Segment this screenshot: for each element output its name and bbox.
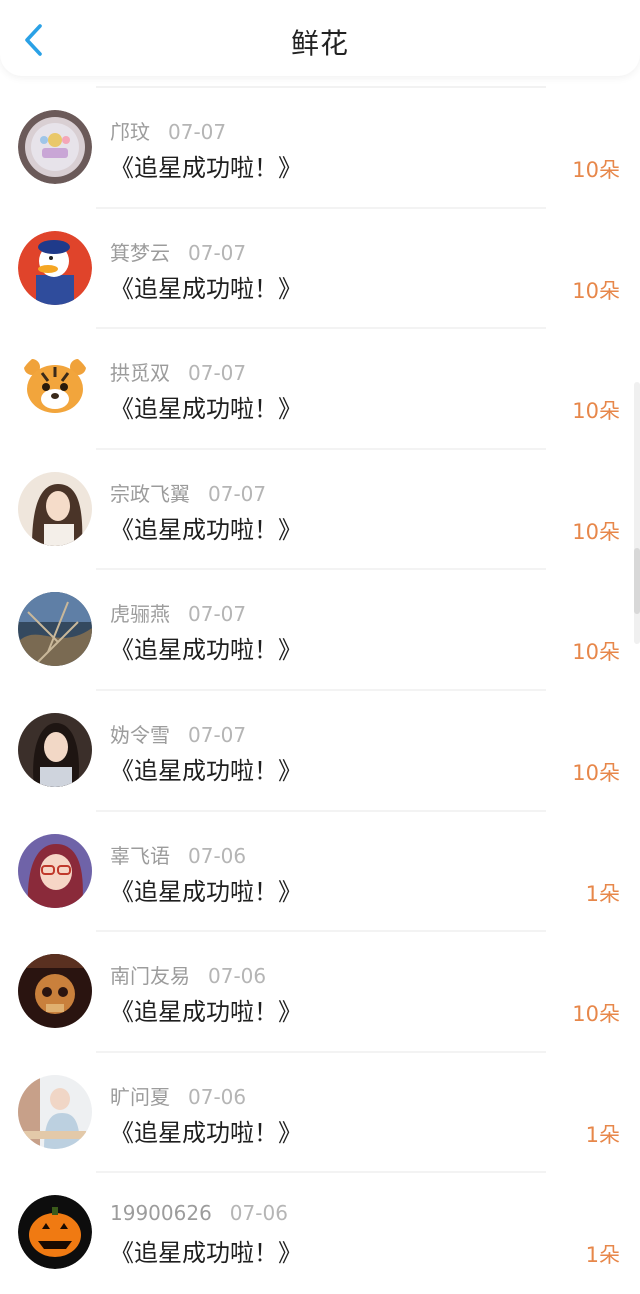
user-name: 妫令雪 [110, 722, 170, 747]
list-item[interactable]: 箕梦云 07-07 《追星成功啦！》 10朵 [0, 209, 640, 330]
item-message: 《追星成功啦！》 [110, 1239, 302, 1268]
flower-count: 10朵 [572, 399, 620, 424]
flower-count: 10朵 [572, 519, 620, 544]
avatar-anime-image [18, 833, 92, 908]
item-meta: 宗政飞翼 07-07 [110, 478, 266, 507]
page-title: 鲜花 [290, 27, 349, 60]
item-message: 《追星成功啦！》 [110, 154, 302, 182]
avatar-woman-image [18, 712, 92, 787]
flower-count: 10朵 [572, 640, 620, 665]
item-message: 《追星成功啦！》 [110, 636, 302, 665]
item-message: 《追星成功啦！》 [110, 756, 302, 785]
avatar-tiger-image [18, 351, 92, 426]
item-message: 《追星成功啦！》 [110, 395, 302, 424]
list-item[interactable]: 邝玟 07-07 《追星成功啦！》 10朵 [0, 88, 640, 209]
item-meta: 南门友易 07-06 [110, 960, 266, 989]
avatar[interactable] [18, 833, 92, 908]
avatar-pumpkin-image [18, 1195, 92, 1270]
user-name: 旷问夏 [110, 1084, 170, 1109]
flower-count: 1朵 [585, 1122, 620, 1147]
item-date: 07-07 [208, 481, 267, 506]
item-meta: 19900626 07-06 [110, 1201, 288, 1225]
avatar-tree-image [18, 592, 92, 667]
item-date: 07-07 [168, 120, 227, 144]
list-item[interactable]: 辜飞语 07-06 《追星成功啦！》 1朵 [0, 812, 640, 933]
avatar-plate-image [18, 110, 92, 184]
item-meta: 邝玟 07-07 [110, 116, 226, 145]
top-bar: 鲜花 [0, 0, 640, 76]
user-name: 拱觅双 [110, 361, 170, 386]
list-item[interactable]: 南门友易 07-06 《追星成功啦！》 10朵 [0, 932, 640, 1053]
avatar[interactable] [18, 230, 92, 305]
avatar[interactable] [18, 110, 92, 184]
item-message: 《追星成功啦！》 [110, 515, 302, 544]
user-name: 箕梦云 [110, 240, 170, 265]
avatar[interactable] [18, 471, 92, 546]
avatar[interactable] [18, 712, 92, 787]
flower-count: 10朵 [572, 158, 620, 182]
flower-count: 1朵 [585, 881, 620, 906]
item-meta: 虎骊燕 07-07 [110, 598, 246, 627]
list-item[interactable]: 19900626 07-06 《追星成功啦！》 1朵 [0, 1173, 640, 1294]
item-date: 07-07 [188, 602, 247, 627]
item-date: 07-06 [188, 1084, 247, 1109]
item-date: 07-06 [208, 964, 267, 989]
flower-list: 邝玟 07-07 《追星成功啦！》 10朵 箕梦云 07-07 《追星成功啦！》 1… [0, 88, 640, 1294]
item-message: 《追星成功啦！》 [110, 877, 302, 906]
item-message: 《追星成功啦！》 [110, 998, 302, 1027]
flower-count: 10朵 [572, 760, 620, 785]
item-meta: 辜飞语 07-06 [110, 840, 246, 869]
list-item[interactable]: 拱觅双 07-07 《追星成功啦！》 10朵 [0, 329, 640, 450]
item-meta: 拱觅双 07-07 [110, 357, 246, 386]
avatar[interactable] [18, 592, 92, 667]
flower-count: 10朵 [572, 278, 620, 303]
avatar-girl-image [18, 471, 92, 546]
item-date: 07-07 [188, 361, 247, 386]
avatar[interactable] [18, 954, 92, 1029]
flower-count: 1朵 [585, 1243, 620, 1268]
list-item[interactable]: 虎骊燕 07-07 《追星成功啦！》 10朵 [0, 570, 640, 691]
avatar[interactable] [18, 351, 92, 426]
list-item[interactable]: 宗政飞翼 07-07 《追星成功啦！》 10朵 [0, 450, 640, 571]
user-name: 宗政飞翼 [110, 481, 190, 506]
list-item[interactable]: 妫令雪 07-07 《追星成功啦！》 10朵 [0, 691, 640, 812]
list-item[interactable]: 旷问夏 07-06 《追星成功啦！》 1朵 [0, 1053, 640, 1174]
item-meta: 旷问夏 07-06 [110, 1081, 246, 1110]
item-message: 《追星成功啦！》 [110, 1118, 302, 1147]
user-name: 辜飞语 [110, 843, 170, 868]
avatar[interactable] [18, 1074, 92, 1149]
item-date: 07-07 [188, 240, 247, 265]
scrollbar-thumb[interactable] [634, 548, 640, 614]
user-name: 虎骊燕 [110, 602, 170, 627]
avatar[interactable] [18, 1195, 92, 1270]
avatar-donald-image [18, 230, 92, 305]
user-name: 南门友易 [110, 964, 190, 989]
user-name: 19900626 [110, 1201, 212, 1226]
item-message: 《追星成功啦！》 [110, 274, 302, 303]
user-name: 邝玟 [110, 120, 150, 144]
avatar-skull-image [18, 954, 92, 1029]
avatar-photo-image [18, 1074, 92, 1149]
item-date: 07-07 [188, 722, 247, 747]
item-date: 07-06 [188, 843, 247, 868]
flower-count: 10朵 [572, 1002, 620, 1027]
item-date: 07-06 [229, 1201, 288, 1226]
item-meta: 妫令雪 07-07 [110, 719, 246, 748]
item-meta: 箕梦云 07-07 [110, 237, 246, 266]
